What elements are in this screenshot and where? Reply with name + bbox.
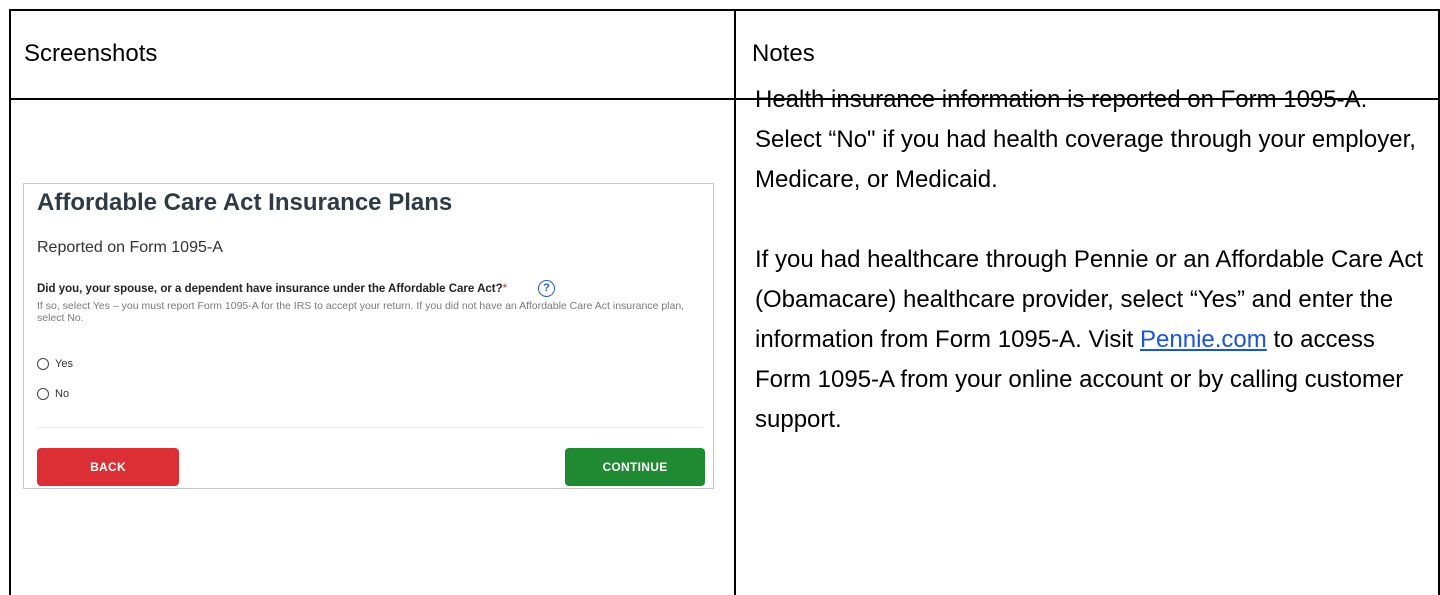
radio-label-yes: Yes bbox=[55, 358, 73, 370]
table-border-top bbox=[9, 9, 1440, 11]
radio-option-no[interactable]: No bbox=[37, 388, 69, 400]
embedded-screenshot: Affordable Care Act Insurance Plans Repo… bbox=[23, 183, 714, 489]
header-notes: Notes bbox=[752, 40, 815, 67]
notes-paragraph-1: Health insurance information is reported… bbox=[755, 86, 1416, 193]
radio-label-no: No bbox=[55, 388, 70, 400]
radio-button-no[interactable] bbox=[37, 388, 49, 400]
header-screenshots: Screenshots bbox=[24, 40, 158, 67]
table-border-left bbox=[9, 9, 11, 595]
required-mark: * bbox=[502, 283, 508, 295]
page-subtitle: Reported on Form 1095-A bbox=[37, 239, 223, 256]
question-label: Did you, your spouse, or a dependent hav… bbox=[37, 283, 507, 295]
question-text: Did you, your spouse, or a dependent hav… bbox=[37, 283, 503, 295]
help-text: If so, select Yes – you must report Form… bbox=[37, 300, 685, 324]
back-button[interactable]: BACK bbox=[37, 448, 179, 486]
help-icon[interactable]: ? bbox=[538, 280, 555, 297]
radio-button-yes[interactable] bbox=[37, 358, 49, 370]
table-column-divider bbox=[734, 9, 736, 595]
pennie-link[interactable]: Pennie.com bbox=[1140, 326, 1267, 353]
continue-button[interactable]: CONTINUE bbox=[565, 448, 705, 486]
radio-option-yes[interactable]: Yes bbox=[37, 358, 73, 370]
notes-cell: Health insurance information is reported… bbox=[755, 80, 1435, 440]
page-title: Affordable Care Act Insurance Plans bbox=[37, 189, 453, 216]
form-divider bbox=[37, 427, 703, 428]
notes-paragraph-2: If you had healthcare through Pennie or … bbox=[755, 240, 1435, 440]
